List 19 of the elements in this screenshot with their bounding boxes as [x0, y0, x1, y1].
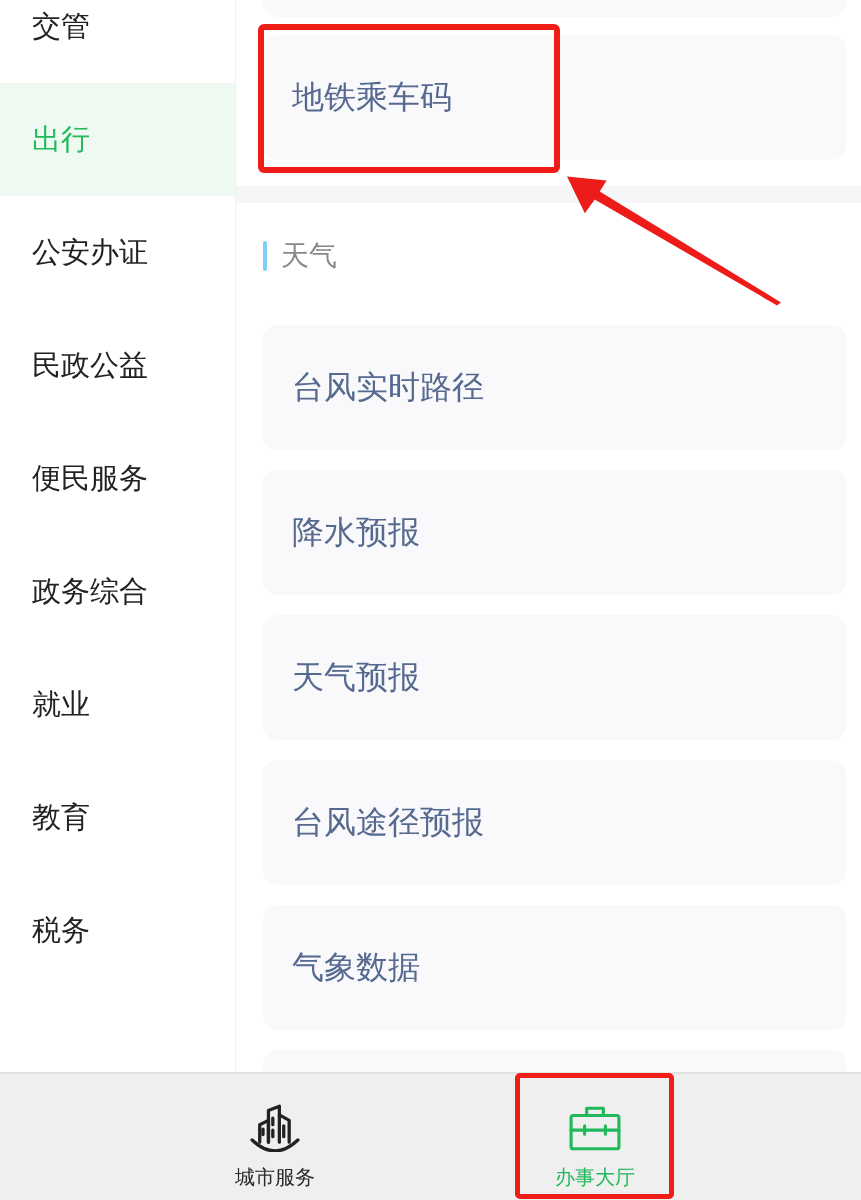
- briefcase-icon: [569, 1104, 621, 1152]
- sidebar-item[interactable]: 就业: [0, 648, 235, 761]
- service-card[interactable]: 台风途径预报: [263, 760, 846, 885]
- accent-bar-icon: [263, 241, 267, 271]
- service-card[interactable]: 地铁乘车码: [263, 35, 846, 160]
- sidebar-item[interactable]: 便民服务: [0, 422, 235, 535]
- service-card[interactable]: 台风实时路径: [263, 325, 846, 450]
- nav-tab[interactable]: 城市服务: [115, 1074, 435, 1200]
- service-card[interactable]: 天气预报: [263, 615, 846, 740]
- service-card[interactable]: 降水预报: [263, 470, 846, 595]
- section-title: 天气: [281, 241, 337, 271]
- sidebar-item[interactable]: 税务: [0, 874, 235, 987]
- sidebar-item[interactable]: 教育: [0, 761, 235, 874]
- service-card[interactable]: 气象数据: [263, 905, 846, 1030]
- sidebar-item[interactable]: 交管: [0, 0, 235, 83]
- buildings-icon: [249, 1104, 301, 1152]
- sidebar-item[interactable]: 公安办证: [0, 196, 235, 309]
- sidebar-item[interactable]: 政务综合: [0, 535, 235, 648]
- sidebar-item[interactable]: 民政公益: [0, 309, 235, 422]
